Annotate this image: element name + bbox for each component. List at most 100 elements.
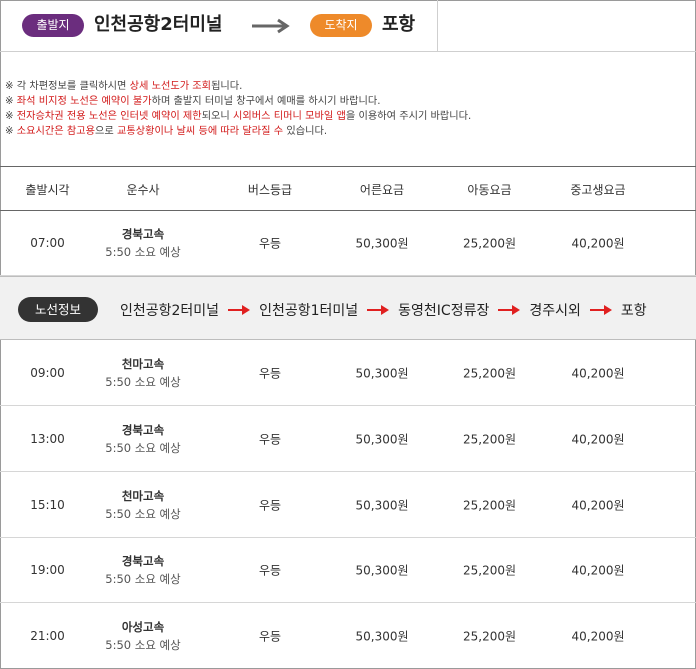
company-name: 천마고속 — [121, 488, 165, 503]
bus-grade: 우등 — [258, 629, 282, 643]
notice-highlight: 시외버스 티머니 모바일 앱 — [233, 111, 346, 122]
route-stop: 인천공항1터미널 — [259, 302, 359, 319]
child-fare: 25,200원 — [462, 563, 517, 578]
notice-line: ※ 전자승차권 전용 노선은 인터넷 예약이 제한되오니 시외버스 티머니 모바… — [5, 109, 685, 124]
company-name: 천마고속 — [121, 356, 165, 371]
header-departure-time: 출발시각 — [25, 183, 70, 197]
notice-highlight: 상세 노선도가 조회 — [129, 81, 212, 92]
notice-highlight: 전자승차권 전용 노선은 인터넷 예약이 제한 — [16, 111, 202, 122]
notice-highlight: 소요시간은 참고용 — [16, 126, 95, 137]
header-youth-fare: 중고생요금 — [570, 183, 626, 197]
bus-grade: 우등 — [258, 498, 282, 512]
table-row[interactable]: 15:10 천마고속 5:50 소요 예상 우등 50,300원 25,200원 40,20… — [0, 472, 696, 538]
notice-text: ※ — [5, 126, 17, 137]
youth-fare: 40,200원 — [571, 629, 625, 643]
notice-highlight: 좌석 비지정 노선은 예약이 불가 — [16, 96, 152, 107]
route-arrow-icon — [589, 304, 612, 315]
adult-fare: 50,300원 — [355, 629, 409, 643]
company-cell: 천마고속 5:50 소요 예상 — [95, 487, 191, 523]
child-fare: 25,200원 — [462, 366, 517, 380]
adult-fare: 50,300원 — [355, 236, 409, 251]
notice-list: ※ 각 차편정보를 클릭하시면 상세 노선도가 조회됩니다. ※ 좌석 비지정 노… — [5, 79, 685, 139]
notice-line: ※ 각 차편정보를 클릭하시면 상세 노선도가 조회됩니다. — [5, 79, 685, 94]
header-divider — [437, 0, 438, 52]
notice-text: 하며 출발지 터미널 창구에서 예매를 하시기 바랍니다. — [151, 96, 381, 107]
route-stop: 인천공항2터미널 — [120, 302, 220, 319]
notice-text: 있습니다. — [283, 126, 328, 137]
adult-fare: 50,300원 — [355, 498, 409, 512]
route-stop: 포항 — [620, 302, 647, 319]
arrival-badge: 도착지 — [310, 14, 372, 37]
notice-text: 을 이용하여 주시기 바랍니다. — [345, 111, 472, 122]
company-name: 아성고속 — [121, 619, 165, 634]
child-fare: 25,200원 — [462, 432, 517, 446]
company-cell: 아성고속 5:50 소요 예상 — [95, 618, 191, 654]
table-row[interactable]: 07:00 경북고속 5:50 소요 예상 우등 50,300원 25,200원 40,20… — [0, 211, 696, 276]
adult-fare: 50,300원 — [355, 432, 409, 446]
table-row[interactable]: 13:00 경북고속 5:50 소요 예상 우등 50,300원 25,200원 40,20… — [0, 406, 696, 472]
bus-grade: 우등 — [258, 563, 282, 578]
company-name: 경북고속 — [121, 554, 165, 568]
company-cell: 경북고속 5:50 소요 예상 — [95, 552, 191, 588]
company-name: 경북고속 — [121, 422, 165, 437]
departure-time: 21:00 — [30, 628, 65, 643]
route-arrow-icon — [367, 304, 390, 315]
notice-highlight: 교통상황이나 날씨 등에 따라 달라질 수 — [116, 126, 284, 137]
notice-text: ※ 각 차편정보를 클릭하시면 — [5, 81, 130, 92]
child-fare: 25,200원 — [462, 629, 517, 643]
company-name: 경북고속 — [121, 227, 165, 241]
header-company: 운수사 — [126, 183, 160, 197]
adult-fare: 50,300원 — [355, 366, 409, 380]
youth-fare: 40,200원 — [571, 432, 625, 446]
estimated-duration: 5:50 소요 예상 — [105, 374, 181, 389]
route-info-panel: 노선정보 인천공항2터미널 인천공항1터미널 동영천IC정류장 경주시외 포항 — [0, 276, 696, 340]
notice-line: ※ 소요시간은 참고용으로 교통상황이나 날씨 등에 따라 달라질 수 있습니다… — [5, 124, 685, 139]
departure-time: 19:00 — [30, 563, 65, 577]
table-row[interactable]: 09:00 천마고속 5:50 소요 예상 우등 50,300원 25,200원 40,20… — [0, 340, 696, 406]
youth-fare: 40,200원 — [571, 236, 625, 251]
notice-text: 됩니다. — [211, 81, 243, 92]
direction-arrow-icon — [252, 18, 290, 34]
company-cell: 경북고속 5:50 소요 예상 — [95, 421, 191, 457]
youth-fare: 40,200원 — [571, 366, 625, 380]
estimated-duration: 5:50 소요 예상 — [105, 506, 181, 521]
departure-time: 07:00 — [30, 236, 65, 250]
bus-grade: 우등 — [258, 366, 282, 380]
youth-fare: 40,200원 — [571, 498, 625, 512]
route-arrow-icon — [228, 304, 251, 315]
notice-text: ※ — [5, 111, 17, 122]
bus-grade: 우등 — [258, 432, 282, 446]
route-arrow-icon — [498, 304, 521, 315]
departure-name: 인천공항2터미널 — [94, 14, 223, 35]
adult-fare: 50,300원 — [355, 563, 409, 578]
header-bus-grade: 버스등급 — [247, 183, 293, 197]
departure-time: 09:00 — [30, 365, 65, 380]
estimated-duration: 5:50 소요 예상 — [105, 440, 181, 455]
estimated-duration: 5:50 소요 예상 — [105, 572, 181, 586]
table-header: 출발시각 운수사 버스등급 어른요금 아동요금 중고생요금 — [0, 167, 696, 211]
header-child-fare: 아동요금 — [467, 183, 512, 197]
header-adult-fare: 어른요금 — [359, 183, 405, 197]
route-stops: 인천공항2터미널 인천공항1터미널 동영천IC정류장 경주시외 포항 — [120, 297, 647, 322]
notice-text: 되오니 — [201, 111, 234, 122]
route-stop: 경주시외 — [529, 302, 581, 319]
arrival-name: 포항 — [382, 14, 416, 35]
route-header: 출발지 인천공항2터미널 도착지 포항 — [0, 0, 696, 52]
bus-grade: 우등 — [258, 236, 282, 251]
table-row[interactable]: 19:00 경북고속 5:50 소요 예상 우등 50,300원 25,200원 40,20… — [0, 538, 696, 603]
estimated-duration: 5:50 소요 예상 — [105, 245, 181, 259]
departure-time: 13:00 — [30, 431, 65, 446]
notice-text: ※ — [5, 96, 17, 107]
company-cell: 경북고속 5:50 소요 예상 — [95, 225, 191, 261]
departure-time: 15:10 — [30, 497, 65, 512]
company-cell: 천마고속 5:50 소요 예상 — [95, 355, 191, 391]
departure-badge: 출발지 — [22, 14, 84, 37]
youth-fare: 40,200원 — [571, 563, 625, 578]
child-fare: 25,200원 — [462, 498, 517, 512]
route-stop: 동영천IC정류장 — [398, 302, 490, 319]
notice-text: 으로 — [95, 126, 117, 137]
notice-line: ※ 좌석 비지정 노선은 예약이 불가하며 출발지 터미널 창구에서 예매를 하… — [5, 94, 685, 109]
route-info-badge: 노선정보 — [18, 297, 98, 322]
child-fare: 25,200원 — [462, 236, 517, 251]
table-row[interactable]: 21:00 아성고속 5:50 소요 예상 우등 50,300원 25,200원 40,20… — [0, 603, 696, 668]
